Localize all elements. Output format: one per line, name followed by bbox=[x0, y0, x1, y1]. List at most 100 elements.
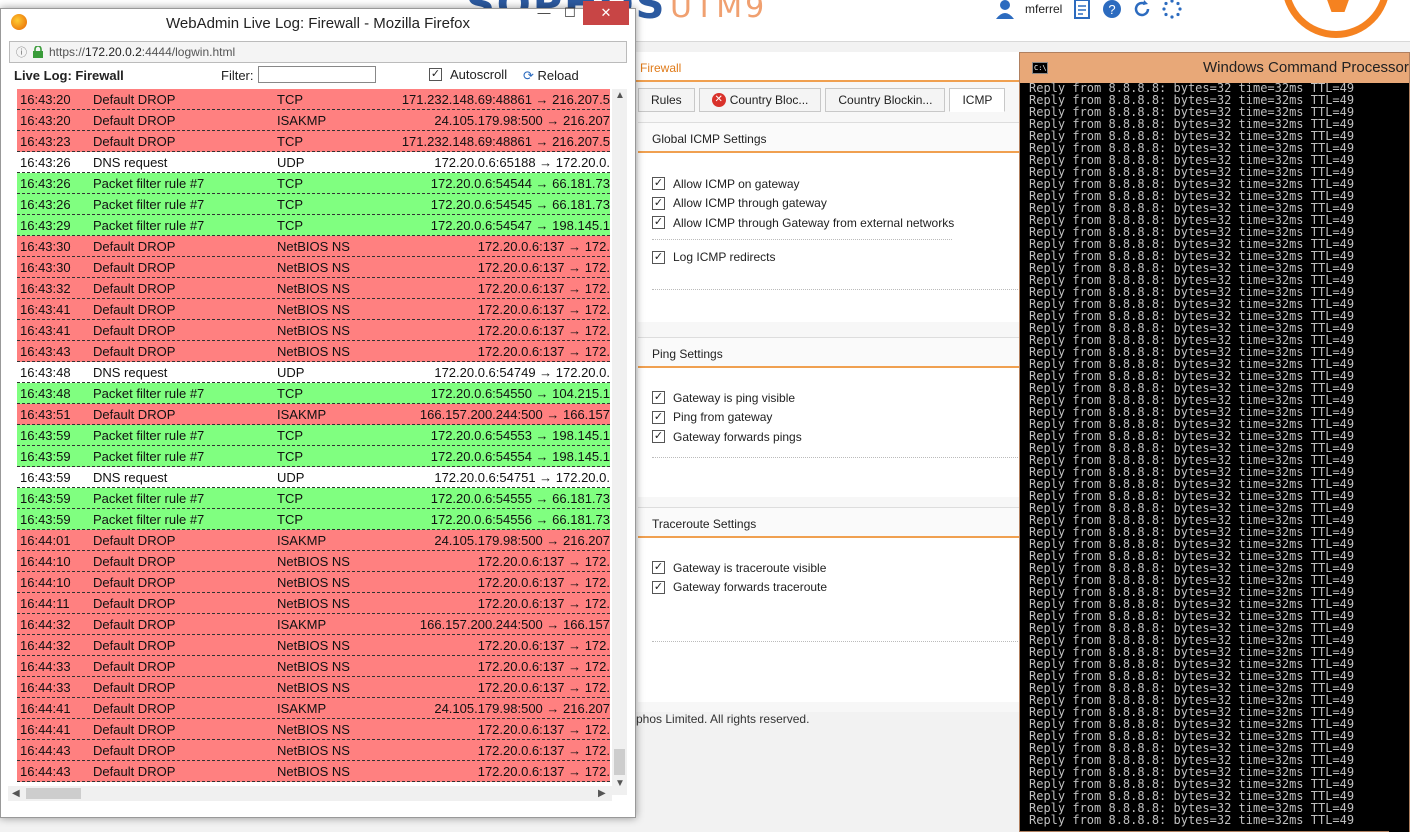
spinner-icon bbox=[1162, 0, 1182, 19]
option-allow-icmp-through-gateway[interactable]: ✓ Allow ICMP through gateway bbox=[638, 194, 1020, 214]
horizontal-scroll-thumb[interactable] bbox=[26, 788, 81, 799]
autoscroll-checkbox[interactable]: ✓ bbox=[429, 68, 442, 81]
log-action: Default DROP bbox=[93, 134, 176, 149]
log-time: 16:43:26 bbox=[20, 176, 71, 191]
log-address: 172.20.0.6:137 → 172. bbox=[477, 575, 610, 590]
close-icon[interactable]: ✕ bbox=[583, 1, 629, 25]
user-icon[interactable] bbox=[995, 0, 1015, 19]
log-action: Packet filter rule #7 bbox=[93, 512, 205, 527]
checkbox[interactable]: ✓ bbox=[652, 410, 665, 424]
log-action: Default DROP bbox=[93, 323, 176, 338]
filter-input[interactable] bbox=[258, 66, 376, 83]
checkbox[interactable]: ✓ bbox=[652, 196, 665, 210]
window-titlebar[interactable]: WebAdmin Live Log: Firewall - Mozilla Fi… bbox=[1, 1, 635, 37]
horizontal-scrollbar[interactable] bbox=[8, 786, 612, 801]
option-allow-icmp-external[interactable]: ✓ Allow ICMP through Gateway from externa… bbox=[638, 213, 1020, 233]
log-action: DNS request bbox=[93, 365, 168, 380]
log-row: 16:43:23 Default DROP TCP 171.232.148.69:48… bbox=[17, 131, 610, 152]
checkbox[interactable]: ✓ bbox=[652, 580, 665, 594]
username[interactable]: mferrel bbox=[1025, 2, 1062, 16]
log-action: Default DROP bbox=[93, 533, 176, 548]
log-time: 16:44:41 bbox=[20, 701, 71, 716]
refresh-icon[interactable] bbox=[1132, 0, 1152, 19]
checkbox[interactable]: ✓ bbox=[652, 561, 665, 575]
log-time: 16:44:10 bbox=[20, 554, 71, 569]
log-time: 16:44:10 bbox=[20, 575, 71, 590]
log-action: DNS request bbox=[93, 155, 168, 170]
checkbox[interactable]: ✓ bbox=[652, 216, 665, 230]
url-bar[interactable]: ⓘ https://172.20.0.2:4444/logwin.html bbox=[9, 41, 627, 63]
log-time: 16:43:59 bbox=[20, 470, 71, 485]
option-gateway-forwards-traceroute[interactable]: ✓ Gateway forwards traceroute bbox=[638, 578, 1020, 598]
checkbox[interactable]: ✓ bbox=[652, 250, 665, 264]
log-action: Default DROP bbox=[93, 722, 176, 737]
log-row: 16:44:33 Default DROP NetBIOS NS 172.20.0.6… bbox=[17, 656, 610, 677]
log-time: 16:44:41 bbox=[20, 722, 71, 737]
tab-icmp[interactable]: ICMP bbox=[949, 88, 1006, 112]
scroll-down-icon[interactable]: ▼ bbox=[615, 778, 625, 789]
log-toolbar: Live Log: Firewall Filter: ✓ Autoscroll … bbox=[1, 63, 635, 85]
log-protocol: NetBIOS NS bbox=[277, 302, 350, 317]
log-time: 16:43:59 bbox=[20, 449, 71, 464]
reload-icon: ⟳ bbox=[523, 68, 534, 83]
document-icon[interactable] bbox=[1072, 0, 1092, 19]
log-table: 16:43:20 Default DROP TCP 171.232.148.69:48… bbox=[17, 89, 610, 782]
log-address: 172.20.0.6:137 → 172. bbox=[477, 344, 610, 359]
log-time: 16:43:59 bbox=[20, 428, 71, 443]
option-label: Allow ICMP on gateway bbox=[673, 176, 800, 191]
vertical-scrollbar[interactable] bbox=[612, 89, 627, 795]
checkbox[interactable]: ✓ bbox=[652, 177, 665, 191]
reload-button[interactable]: ⟳ Reload bbox=[523, 68, 579, 84]
cmd-titlebar[interactable]: C:\ Windows Command Processor - bbox=[1020, 53, 1409, 83]
log-row: 16:43:29 Packet filter rule #7 TCP 172.20.0… bbox=[17, 215, 610, 236]
option-gateway-traceroute-visible[interactable]: ✓ Gateway is traceroute visible bbox=[638, 558, 1020, 578]
option-label: Ping from gateway bbox=[673, 410, 773, 425]
log-address: 172.20.0.6:54544 → 66.181.73 bbox=[430, 176, 610, 191]
autoscroll-toggle[interactable]: ✓ Autoscroll bbox=[429, 67, 507, 82]
tab-label: ICMP bbox=[962, 93, 993, 107]
breadcrumb[interactable]: Firewall bbox=[636, 52, 1020, 82]
vertical-scroll-thumb[interactable] bbox=[614, 749, 625, 775]
maximize-icon[interactable]: ☐ bbox=[557, 1, 583, 25]
divider bbox=[652, 289, 1022, 290]
checkbox[interactable]: ✓ bbox=[652, 391, 665, 405]
cmd-scrollbar[interactable] bbox=[1389, 83, 1409, 832]
checkbox[interactable]: ✓ bbox=[652, 430, 665, 444]
log-protocol: NetBIOS NS bbox=[277, 638, 350, 653]
log-row: 16:44:01 Default DROP ISAKMP 24.105.179.98:… bbox=[17, 530, 610, 551]
option-log-icmp-redirects[interactable]: ✓ Log ICMP redirects bbox=[638, 248, 1020, 268]
option-allow-icmp-on-gateway[interactable]: ✓ Allow ICMP on gateway bbox=[638, 174, 1020, 194]
log-protocol: ISAKMP bbox=[277, 617, 327, 632]
log-action: DNS request bbox=[93, 470, 168, 485]
log-row: 16:43:48 Packet filter rule #7 TCP 172.20.0… bbox=[17, 383, 610, 404]
log-address: 172.20.0.6:54751 → 172.20.0. bbox=[434, 470, 610, 485]
tab-label: Country Blockin... bbox=[838, 93, 933, 107]
scroll-right-icon[interactable]: ▶ bbox=[598, 788, 606, 799]
log-time: 16:43:20 bbox=[20, 92, 71, 107]
info-icon[interactable]: ⓘ bbox=[16, 44, 27, 60]
copyright-text: phos Limited. All rights reserved. bbox=[636, 712, 810, 726]
log-row: 16:43:59 Packet filter rule #7 TCP 172.20.0… bbox=[17, 446, 610, 467]
option-gateway-forwards-pings[interactable]: ✓ Gateway forwards pings bbox=[638, 427, 1020, 447]
log-protocol: NetBIOS NS bbox=[277, 323, 350, 338]
scroll-left-icon[interactable]: ◀ bbox=[12, 788, 20, 799]
log-time: 16:43:41 bbox=[20, 302, 71, 317]
log-time: 16:43:32 bbox=[20, 281, 71, 296]
log-row: 16:43:41 Default DROP NetBIOS NS 172.20.0.6… bbox=[17, 320, 610, 341]
help-icon[interactable]: ? bbox=[1102, 0, 1122, 19]
log-address: 166.157.200.244:500 → 166.157 bbox=[419, 407, 610, 422]
option-label: Gateway is ping visible bbox=[673, 390, 796, 405]
option-ping-from-gateway[interactable]: ✓ Ping from gateway bbox=[638, 408, 1020, 428]
log-protocol: TCP bbox=[277, 134, 303, 149]
log-action: Default DROP bbox=[93, 638, 176, 653]
log-time: 16:43:41 bbox=[20, 323, 71, 338]
log-action: Default DROP bbox=[93, 92, 176, 107]
option-gateway-ping-visible[interactable]: ✓ Gateway is ping visible bbox=[638, 388, 1020, 408]
scroll-up-icon[interactable]: ▲ bbox=[615, 90, 625, 101]
log-address: 172.20.0.6:54749 → 172.20.0. bbox=[434, 365, 610, 380]
minimize-icon[interactable]: — bbox=[531, 1, 557, 25]
log-time: 16:44:01 bbox=[20, 533, 71, 548]
tab-country-blocking[interactable]: ✕ Country Bloc... bbox=[698, 88, 822, 112]
tab-country-blocking-exceptions[interactable]: Country Blockin... bbox=[825, 88, 946, 112]
tab-rules[interactable]: Rules bbox=[638, 88, 695, 112]
